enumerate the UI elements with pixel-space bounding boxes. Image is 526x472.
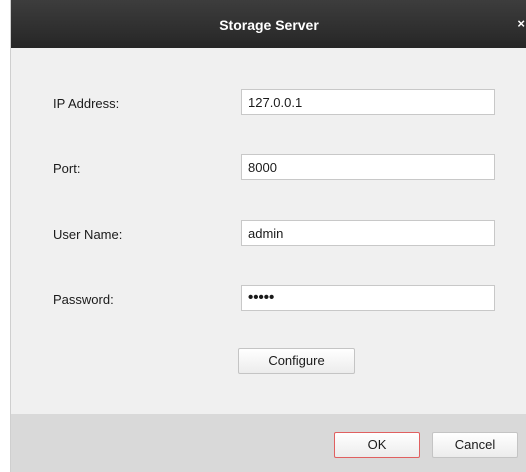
port-field[interactable]: 8000 bbox=[241, 154, 495, 180]
close-icon[interactable]: × bbox=[517, 16, 525, 31]
password-label: Password: bbox=[53, 292, 114, 307]
ip-address-label: IP Address: bbox=[53, 96, 120, 111]
ok-button[interactable]: OK bbox=[334, 432, 420, 458]
port-label: Port: bbox=[53, 161, 81, 176]
ip-address-field[interactable]: 127.0.0.1 bbox=[241, 89, 495, 115]
storage-server-dialog: Storage Server × IP Address: 127.0.0.1 P… bbox=[10, 0, 526, 472]
cancel-button[interactable]: Cancel bbox=[432, 432, 518, 458]
dialog-title: Storage Server bbox=[219, 17, 319, 33]
configure-button[interactable]: Configure bbox=[238, 348, 355, 374]
user-name-label: User Name: bbox=[53, 227, 123, 242]
user-name-field[interactable]: admin bbox=[241, 220, 495, 246]
title-bar[interactable]: Storage Server × bbox=[11, 0, 526, 48]
password-field[interactable]: ••••• bbox=[241, 285, 495, 311]
